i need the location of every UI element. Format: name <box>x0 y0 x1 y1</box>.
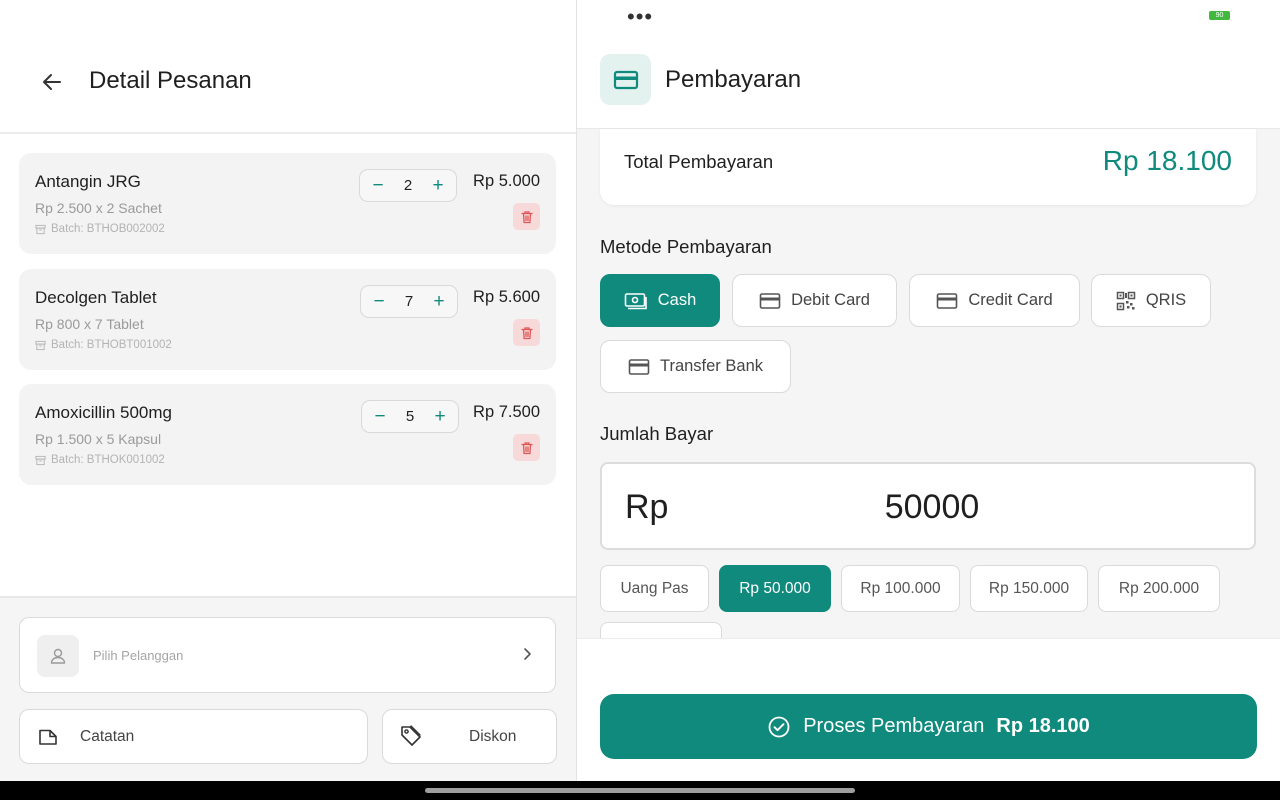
item-price: Rp 5.600 <box>473 288 540 306</box>
item-unit-detail: Rp 800 x 7 Tablet <box>35 316 144 332</box>
note-label: Catatan <box>80 728 135 745</box>
quantity-stepper: − 5 + <box>361 400 459 433</box>
check-circle-icon <box>768 716 790 737</box>
quick-amount-150000-button[interactable]: Rp 150.000 <box>970 565 1088 612</box>
item-batch-label: Batch: BTHOB002002 <box>51 223 165 235</box>
card-icon <box>937 292 958 309</box>
trash-icon <box>520 326 533 339</box>
order-detail-panel: Detail Pesanan Antangin JRG Rp 2.500 x 2… <box>0 0 576 781</box>
delete-item-button[interactable] <box>513 434 540 461</box>
payment-icon-box <box>600 54 651 105</box>
order-item: Antangin JRG Rp 2.500 x 2 Sachet Batch: … <box>19 153 556 254</box>
method-label: Credit Card <box>968 291 1053 309</box>
delete-item-button[interactable] <box>513 203 540 230</box>
quick-amount-100000-button[interactable]: Rp 100.000 <box>841 565 960 612</box>
method-label: Debit Card <box>791 291 870 309</box>
total-label: Total Pembayaran <box>624 151 774 172</box>
method-cash-button[interactable]: Cash <box>600 274 720 327</box>
process-payment-button[interactable]: Proses Pembayaran Rp 18.100 <box>600 694 1257 759</box>
page-title: Detail Pesanan <box>89 67 252 94</box>
amount-title: Jumlah Bayar <box>600 423 714 444</box>
order-footer: Pilih Pelanggan Catatan Diskon <box>0 596 576 781</box>
payment-header: ••• 90 Pembayaran <box>577 0 1280 129</box>
payment-title: Pembayaran <box>665 66 802 93</box>
box-icon <box>35 224 46 234</box>
card-icon <box>759 292 781 309</box>
home-gesture-handle[interactable] <box>425 788 855 793</box>
method-transfer-bank-button[interactable]: Transfer Bank <box>600 340 791 393</box>
note-button[interactable]: Catatan <box>19 709 368 764</box>
item-price: Rp 5.000 <box>473 172 540 190</box>
qr-icon <box>1116 291 1136 310</box>
quantity-stepper: − 7 + <box>360 285 458 318</box>
item-price: Rp 7.500 <box>473 403 540 421</box>
delete-item-button[interactable] <box>513 319 540 346</box>
order-item: Amoxicillin 500mg Rp 1.500 x 5 Kapsul Ba… <box>19 384 556 485</box>
note-icon <box>37 726 59 753</box>
decrease-button[interactable]: − <box>371 407 389 426</box>
quick-amount-200000-button[interactable]: Rp 200.000 <box>1098 565 1220 612</box>
quantity-stepper: − 2 + <box>359 169 457 202</box>
payment-method-title: Metode Pembayaran <box>600 236 772 257</box>
method-label: QRIS <box>1145 291 1187 309</box>
quantity-value: 2 <box>403 177 413 194</box>
payment-footer: Proses Pembayaran Rp 18.100 <box>577 638 1280 781</box>
order-item: Decolgen Tablet Rp 800 x 7 Tablet Batch:… <box>19 269 556 370</box>
quick-amount-exact-button[interactable]: Uang Pas <box>600 565 709 612</box>
decrease-button[interactable]: − <box>369 176 387 195</box>
item-batch: Batch: BTHOK001002 <box>35 454 165 466</box>
item-name: Decolgen Tablet <box>35 288 157 307</box>
payment-panel: ••• 90 Pembayaran Total Pembayaran Rp 18… <box>577 0 1280 781</box>
user-icon <box>50 648 66 664</box>
item-batch: Batch: BTHOBT001002 <box>35 339 172 351</box>
discount-button[interactable]: Diskon <box>382 709 557 764</box>
card-icon <box>628 358 650 375</box>
total-summary: Total Pembayaran Rp 18.100 <box>600 129 1256 205</box>
arrow-left-icon <box>43 74 61 90</box>
trash-icon <box>520 210 533 223</box>
item-batch: Batch: BTHOB002002 <box>35 223 165 235</box>
method-label: Transfer Bank <box>659 357 763 375</box>
system-nav-bar <box>0 781 1280 800</box>
chevron-right-icon <box>519 646 535 667</box>
quantity-value: 5 <box>405 408 415 425</box>
box-icon <box>35 455 46 465</box>
increase-button[interactable]: + <box>429 176 447 195</box>
quantity-value: 7 <box>404 293 414 310</box>
method-label: Cash <box>657 291 697 309</box>
order-detail-header: Detail Pesanan <box>0 0 576 134</box>
process-payment-label: Proses Pembayaran <box>803 715 985 737</box>
item-batch-label: Batch: BTHOK001002 <box>51 454 165 466</box>
avatar <box>37 635 79 677</box>
increase-button[interactable]: + <box>430 292 448 311</box>
customer-placeholder: Pilih Pelanggan <box>93 648 184 663</box>
tag-icon <box>399 724 423 753</box>
item-name: Amoxicillin 500mg <box>35 403 172 422</box>
total-value: Rp 18.100 <box>1102 145 1232 176</box>
item-name: Antangin JRG <box>35 172 141 191</box>
item-unit-detail: Rp 1.500 x 5 Kapsul <box>35 431 162 447</box>
box-icon <box>35 340 46 350</box>
decrease-button[interactable]: − <box>370 292 388 311</box>
method-credit-card-button[interactable]: Credit Card <box>909 274 1080 327</box>
discount-label: Diskon <box>469 728 517 745</box>
trash-icon <box>520 441 533 454</box>
process-payment-amount: Rp 18.100 <box>996 715 1090 737</box>
credit-card-icon <box>613 70 638 89</box>
item-batch-label: Batch: BTHOBT001002 <box>51 339 172 351</box>
method-debit-card-button[interactable]: Debit Card <box>732 274 897 327</box>
method-qris-button[interactable]: QRIS <box>1091 274 1211 327</box>
item-unit-detail: Rp 2.500 x 2 Sachet <box>35 200 162 216</box>
increase-button[interactable]: + <box>431 407 449 426</box>
amount-field: Rp <box>600 462 1256 550</box>
back-button[interactable] <box>36 66 68 98</box>
quick-amount-50000-button[interactable]: Rp 50.000 <box>719 565 831 612</box>
cash-icon <box>624 292 647 309</box>
customer-picker[interactable]: Pilih Pelanggan <box>19 617 556 693</box>
more-menu-icon[interactable]: ••• <box>627 4 653 30</box>
amount-input[interactable] <box>722 482 1142 532</box>
battery-indicator: 90 <box>1209 11 1230 20</box>
amount-currency-prefix: Rp <box>625 488 669 526</box>
